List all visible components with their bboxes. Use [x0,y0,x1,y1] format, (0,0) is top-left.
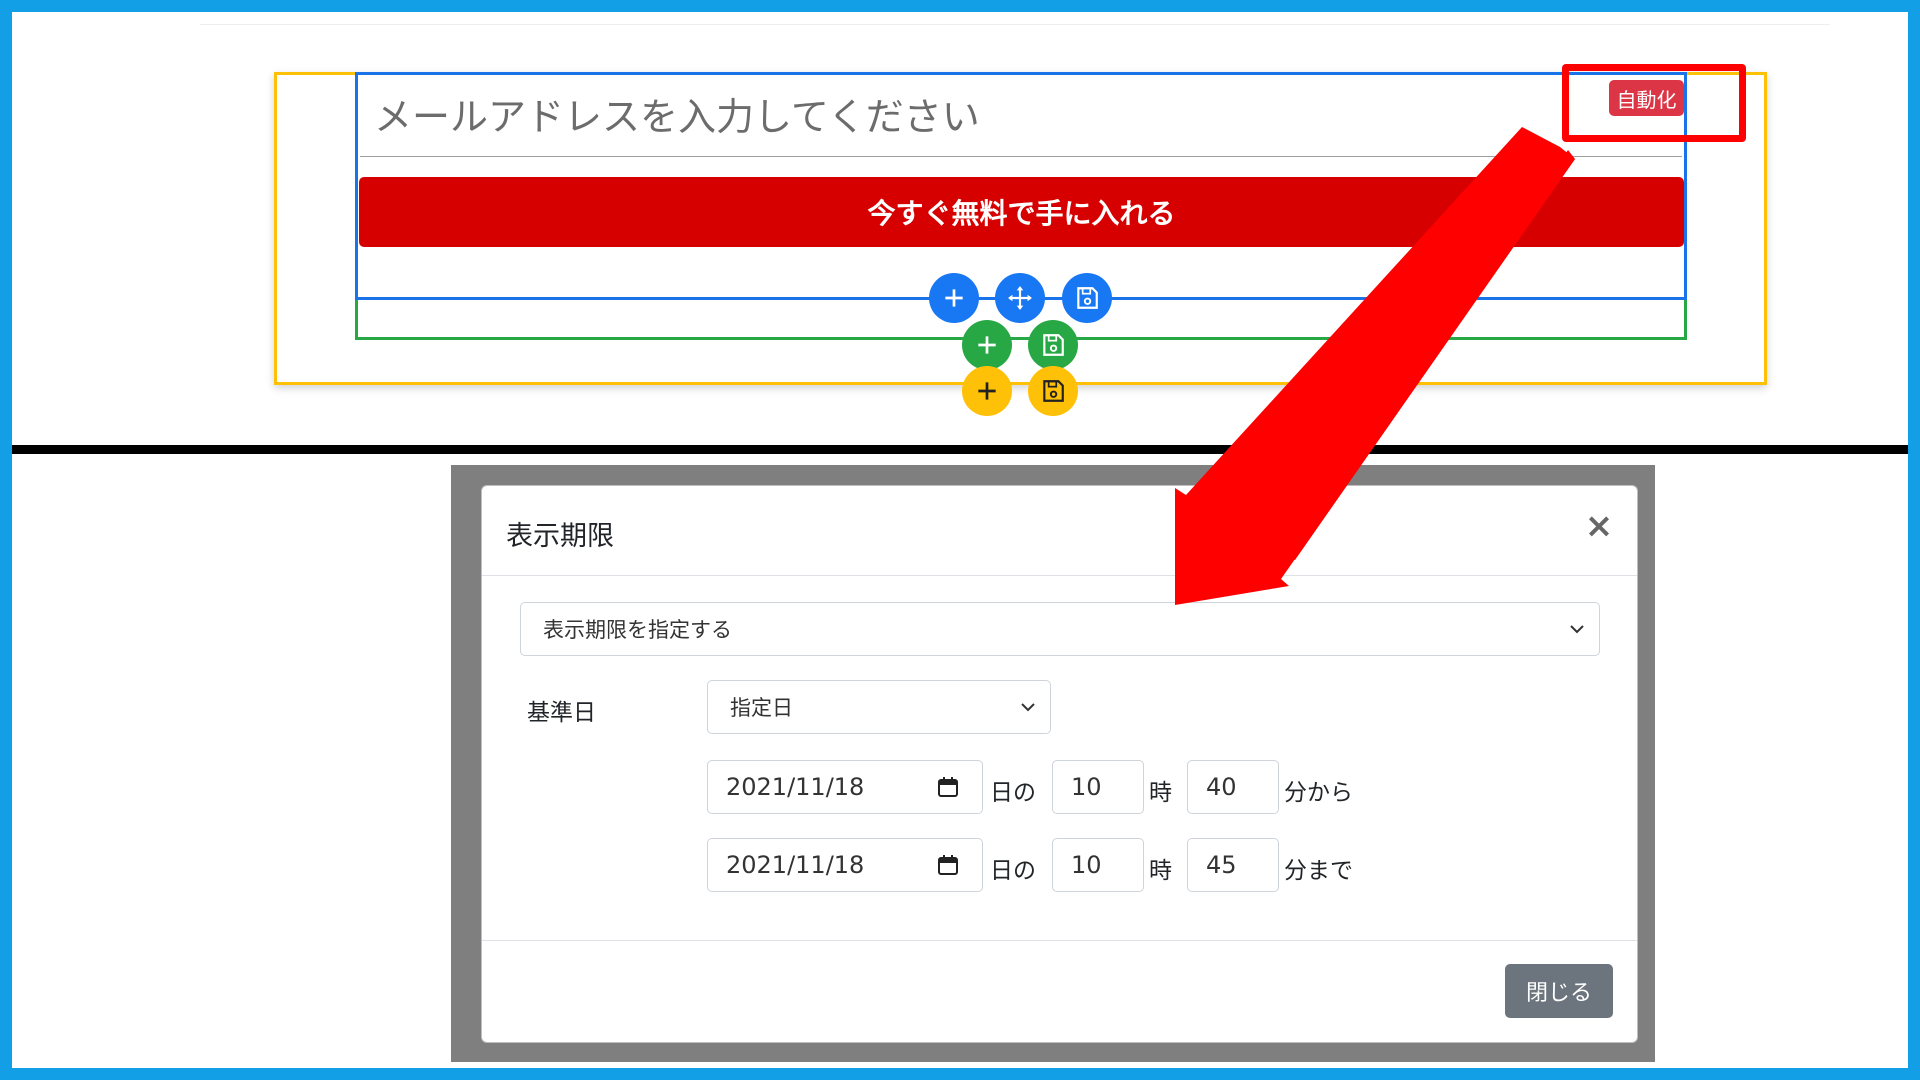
display-period-mode-select[interactable]: 表示期限を指定する [520,602,1600,656]
end-minute-input[interactable]: 45 [1187,838,1279,892]
modal-title: 表示期限 [506,521,614,552]
modal-header: 表示期限 × [482,486,1637,576]
base-date-select[interactable]: 指定日 [707,680,1051,734]
modal-footer-divider [482,940,1637,941]
end-day-suffix: 日の [990,858,1036,884]
start-hour-suffix: 時 [1149,780,1172,806]
start-date-value: 2021/11/18 [726,773,865,801]
get-free-now-button[interactable]: 今すぐ無料で手に入れる [359,177,1684,247]
top-divider-line [200,24,1830,25]
calendar-icon[interactable] [936,775,960,799]
move-block-button[interactable] [995,273,1045,323]
start-hour-input[interactable]: 10 [1052,760,1144,814]
end-hour-suffix: 時 [1149,858,1172,884]
save-icon [1043,380,1064,402]
mode-select-value: 表示期限を指定する [543,618,732,642]
save-block-button[interactable] [1062,273,1112,323]
end-hour-input[interactable]: 10 [1052,838,1144,892]
email-input[interactable] [360,77,1682,157]
plus-icon [978,382,996,400]
start-minute-input[interactable]: 40 [1187,760,1279,814]
chevron-down-icon [1570,625,1584,634]
save-section-button[interactable] [1028,366,1078,416]
save-row-button[interactable] [1028,320,1078,370]
chevron-down-icon [1021,703,1035,712]
save-icon [1043,334,1064,356]
highlight-annotation-box [1562,64,1746,142]
base-date-label: 基準日 [527,700,596,726]
end-date-input[interactable]: 2021/11/18 [707,838,983,892]
start-minute-suffix: 分から [1284,780,1353,806]
close-button[interactable]: 閉じる [1505,964,1613,1018]
section-divider [0,445,1920,454]
start-day-suffix: 日の [990,780,1036,806]
add-row-button[interactable] [962,320,1012,370]
display-period-modal: 表示期限 × 表示期限を指定する 基準日 指定日 2021/11/18 日の 1… [481,485,1638,1043]
start-date-input[interactable]: 2021/11/18 [707,760,983,814]
save-icon [1077,287,1098,309]
add-block-button[interactable] [929,273,979,323]
plus-icon [945,289,963,307]
plus-icon [978,336,996,354]
end-minute-suffix: 分まで [1284,858,1353,884]
add-section-button[interactable] [962,366,1012,416]
base-select-value: 指定日 [730,696,793,720]
move-icon [1008,286,1032,310]
close-icon[interactable]: × [1581,508,1617,544]
calendar-icon[interactable] [936,853,960,877]
end-date-value: 2021/11/18 [726,851,865,879]
